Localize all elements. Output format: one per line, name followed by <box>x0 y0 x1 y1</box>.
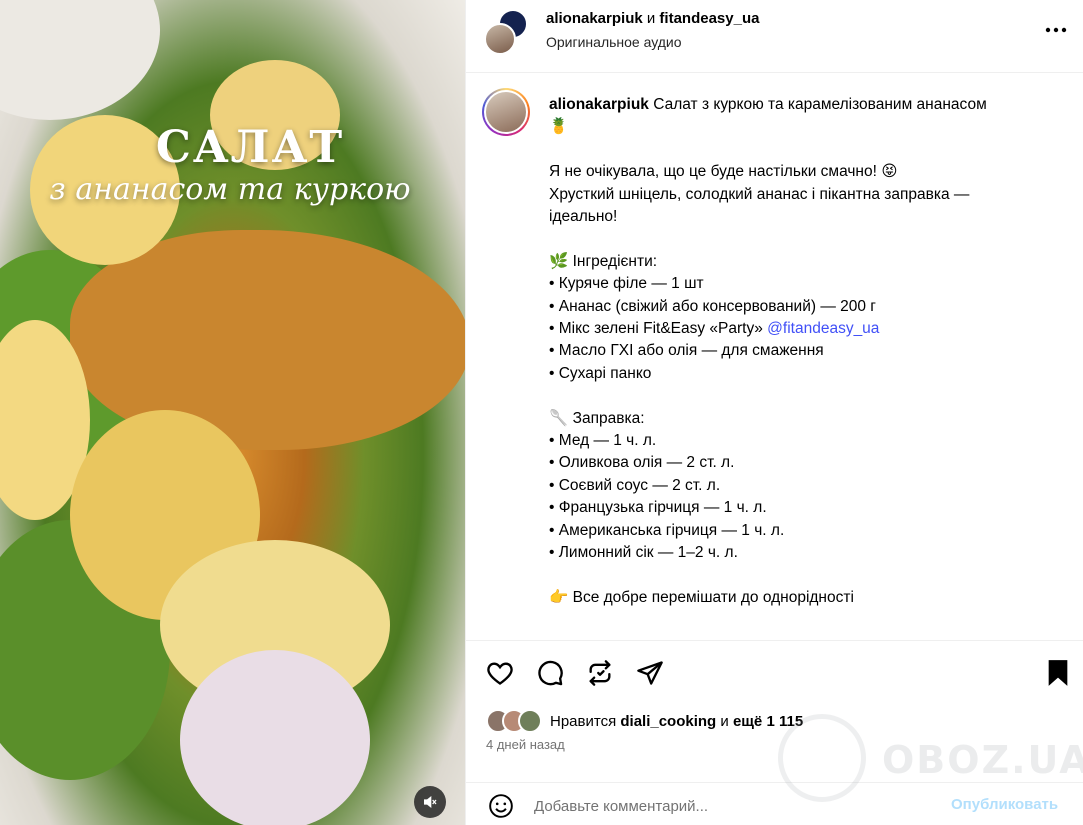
post-timestamp[interactable]: 4 дней назад <box>486 737 565 752</box>
likes-count-link[interactable]: ещё 1 115 <box>733 713 803 730</box>
media-title-line1: САЛАТ <box>155 122 345 173</box>
emoji-button[interactable] <box>486 791 516 821</box>
audio-link[interactable]: Оригинальное аудио <box>546 34 682 50</box>
collab-names: alionakarpiuk и fitandeasy_ua <box>546 10 759 27</box>
collab-avatars[interactable] <box>484 9 528 55</box>
joiner-text: и <box>642 10 660 27</box>
comment-icon <box>538 660 563 686</box>
avatar[interactable] <box>484 23 516 55</box>
avatar[interactable] <box>482 88 530 136</box>
caption-line: ідеально! <box>549 208 618 226</box>
caption-title: Салат з куркою та карамелізованим ананас… <box>653 96 987 113</box>
comment-bar: Опубликовать <box>466 782 1083 825</box>
media-title-line2: з ананасом та куркою <box>49 172 411 207</box>
ingredient-item: • Масло ГХІ або олія — для смаження <box>549 342 824 360</box>
repost-button[interactable] <box>584 657 616 689</box>
ingredient-item: • Ананас (свіжий або консервований) — 20… <box>549 297 876 315</box>
publish-button[interactable]: Опубликовать <box>951 796 1058 813</box>
heart-icon <box>487 662 513 685</box>
post-header: alionakarpiuk и fitandeasy_ua Оригинальн… <box>466 0 1083 73</box>
caption-emoji: 🍍 <box>549 118 569 136</box>
comment-button[interactable] <box>534 657 566 689</box>
like-button[interactable] <box>484 657 516 689</box>
likes-joiner: и <box>716 712 733 730</box>
speaker-muted-icon <box>424 795 437 809</box>
mute-button[interactable] <box>414 786 446 818</box>
bookmark-filled-icon <box>1048 660 1068 686</box>
ingredient-item: • Сухарі панко <box>549 364 652 382</box>
mention-link[interactable]: @fitandeasy_ua <box>767 320 879 337</box>
username-link[interactable]: fitandeasy_ua <box>659 10 759 27</box>
more-horizontal-icon <box>1045 27 1067 33</box>
caption-text: alionakarpiuk Салат з куркою та карамелі… <box>549 94 1049 609</box>
dressing-item: • Французька гірчиця — 1 ч. л. <box>549 499 767 517</box>
comment-input[interactable] <box>534 793 934 819</box>
share-button[interactable] <box>634 657 666 689</box>
username-link[interactable]: diali_cooking <box>620 713 716 730</box>
post-media[interactable]: САЛАТ з ананасом та куркою <box>0 0 465 825</box>
ingredients-heading: 🌿 Інгредієнти: <box>549 252 658 270</box>
plate-rim <box>0 0 160 120</box>
action-bar <box>466 640 1083 707</box>
dressing-item: • Оливкова олія — 2 ст. л. <box>549 454 735 472</box>
caption-line: Хрусткий шніцель, солодкий ананас і піка… <box>549 185 970 203</box>
send-icon <box>637 661 663 685</box>
smiley-icon <box>489 794 513 818</box>
post-panel: alionakarpiuk и fitandeasy_ua Оригинальн… <box>465 0 1083 825</box>
avatar <box>518 709 542 733</box>
repost-icon <box>589 660 611 686</box>
save-button[interactable] <box>1042 657 1074 689</box>
likes-prefix: Нравится <box>550 712 621 730</box>
username-link[interactable]: alionakarpiuk <box>546 10 643 27</box>
more-options-button[interactable] <box>1044 18 1068 42</box>
dressing-item: • Соєвий соус — 2 ст. л. <box>549 476 721 494</box>
caption-scroll[interactable]: alionakarpiuk Салат з куркою та карамелі… <box>466 74 1083 640</box>
caption-line: 👉 Все добре перемішати до однорідності <box>549 588 854 606</box>
ingredient-item: • Мікс зелені Fit&Easy «Party» <box>549 320 768 338</box>
ingredient-item: • Куряче філе — 1 шт <box>549 275 704 293</box>
likes-text: Нравится diali_cooking и ещё 1 115 <box>550 713 803 730</box>
dressing-item: • Лимонний сік — 1–2 ч. л. <box>549 544 738 562</box>
onion-shape <box>180 650 370 825</box>
dressing-heading: 🥄 Заправка: <box>549 409 645 427</box>
caption-line: Я не очікувала, що це буде настільки сма… <box>549 163 898 181</box>
username-link[interactable]: alionakarpiuk <box>549 96 649 113</box>
dressing-item: • Американська гірчиця — 1 ч. л. <box>549 521 785 539</box>
likes-summary[interactable]: Нравится diali_cooking и ещё 1 115 <box>486 708 803 734</box>
dressing-item: • Мед — 1 ч. л. <box>549 432 657 450</box>
